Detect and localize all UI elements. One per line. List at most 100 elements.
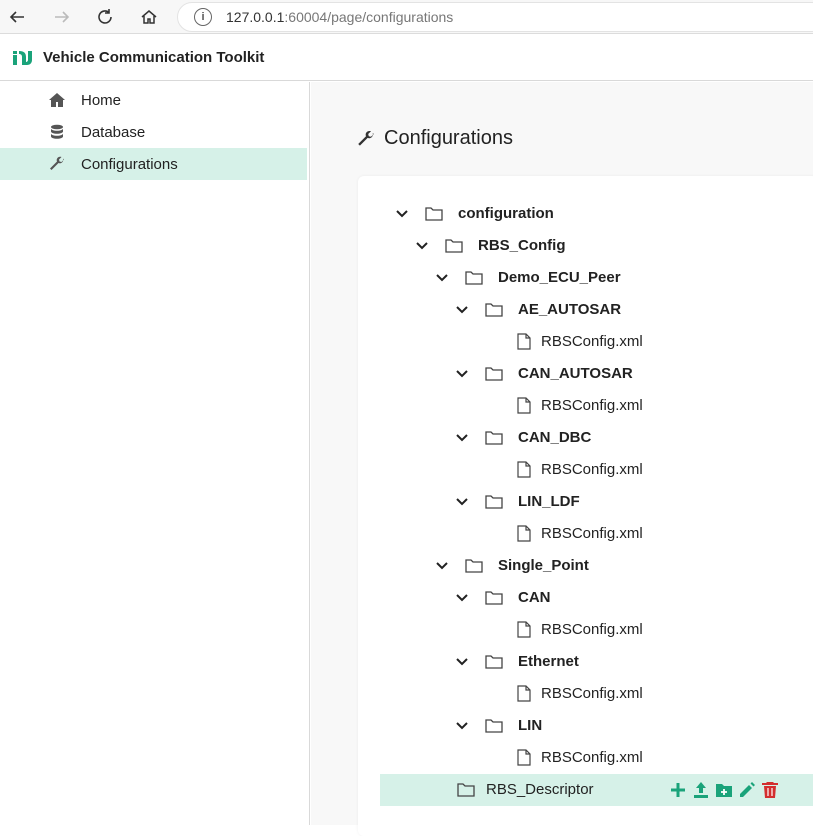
- plus-icon: [671, 783, 685, 797]
- chevron-down-icon[interactable]: [455, 422, 469, 454]
- chevron-down-icon[interactable]: [455, 486, 469, 518]
- chevron-down-icon[interactable]: [455, 710, 469, 742]
- page-header: Configurations: [356, 127, 513, 150]
- sidebar-item-home[interactable]: Home: [0, 84, 307, 116]
- folder-icon: [485, 495, 503, 509]
- tree-label: RBS_Config: [478, 237, 566, 254]
- delete-button[interactable]: [760, 780, 780, 800]
- sidebar-item-label: Home: [81, 91, 122, 109]
- home-nav-button[interactable]: [137, 5, 161, 29]
- sidebar-item-database[interactable]: Database: [0, 116, 307, 148]
- tree-row-can-autosar[interactable]: CAN_AUTOSAR: [311, 358, 813, 390]
- chevron-down-icon[interactable]: [415, 230, 429, 262]
- ni-logo-icon: [13, 50, 32, 65]
- app-title: Vehicle Communication Toolkit: [43, 49, 265, 66]
- tree-label: AE_AUTOSAR: [518, 301, 622, 318]
- tree-row-file[interactable]: RBSConfig.xml: [311, 518, 813, 550]
- upload-button[interactable]: [691, 780, 711, 800]
- tree-label: configuration: [458, 205, 554, 222]
- folder-icon: [465, 559, 483, 573]
- tree-label: RBSConfig.xml: [541, 621, 643, 638]
- chevron-down-icon[interactable]: [435, 262, 449, 294]
- tree-row-configuration[interactable]: configuration: [311, 198, 813, 230]
- house-icon: [141, 10, 157, 24]
- tree-label: RBSConfig.xml: [541, 333, 643, 350]
- tree-row-file[interactable]: RBSConfig.xml: [311, 454, 813, 486]
- add-folder-button[interactable]: [714, 780, 734, 800]
- folder-icon: [485, 655, 503, 669]
- file-icon: [517, 461, 531, 478]
- file-icon: [517, 621, 531, 638]
- tree-row-file[interactable]: RBSConfig.xml: [311, 326, 813, 358]
- folder-icon: [485, 367, 503, 381]
- tree-row-ethernet[interactable]: Ethernet: [311, 646, 813, 678]
- chevron-down-icon[interactable]: [455, 294, 469, 326]
- home-icon: [49, 93, 65, 107]
- folder-icon: [485, 591, 503, 605]
- tree-row-file[interactable]: RBSConfig.xml: [311, 678, 813, 710]
- tree-row-demo-ecu-peer[interactable]: Demo_ECU_Peer: [311, 262, 813, 294]
- chevron-down-icon[interactable]: [435, 550, 449, 582]
- tree-row-ae-autosar[interactable]: AE_AUTOSAR: [311, 294, 813, 326]
- file-icon: [517, 749, 531, 766]
- tree-row-lin-ldf[interactable]: LIN_LDF: [311, 486, 813, 518]
- file-icon: [517, 685, 531, 702]
- arrow-left-icon: [9, 11, 24, 23]
- tree-row-single-point[interactable]: Single_Point: [311, 550, 813, 582]
- sidebar-item-configurations[interactable]: Configurations: [0, 148, 307, 180]
- sidebar-item-label: Configurations: [81, 155, 178, 173]
- tree-label: CAN_DBC: [518, 429, 592, 446]
- tree-row-can-dbc[interactable]: CAN_DBC: [311, 422, 813, 454]
- reload-button[interactable]: [93, 5, 117, 29]
- wrench-icon: [50, 156, 64, 170]
- reload-icon: [98, 9, 112, 24]
- tree-label: RBSConfig.xml: [541, 525, 643, 542]
- main-content: Configurations configuration RBS_Config …: [311, 82, 813, 836]
- page-title: Configurations: [384, 127, 513, 149]
- info-icon[interactable]: i: [194, 8, 212, 26]
- tree-label: Demo_ECU_Peer: [498, 269, 621, 286]
- trash-icon: [762, 782, 778, 798]
- sidebar-item-label: Database: [81, 123, 146, 141]
- chevron-down-icon[interactable]: [455, 358, 469, 390]
- arrow-right-icon: [55, 11, 70, 23]
- tree-label: CAN: [518, 589, 551, 606]
- folder-icon: [485, 303, 503, 317]
- pencil-icon: [740, 782, 755, 797]
- tree-label: RBSConfig.xml: [541, 397, 643, 414]
- folder-icon: [485, 719, 503, 733]
- tree-row-rbs-descriptor[interactable]: RBS_Descriptor: [311, 774, 651, 806]
- browser-toolbar: i 127.0.0.1:60004/page/configurations: [0, 0, 813, 34]
- chevron-down-icon[interactable]: [395, 198, 409, 230]
- folder-icon: [457, 783, 475, 797]
- sidebar: Home Database Configurations: [0, 82, 310, 825]
- tree-label: RBSConfig.xml: [541, 749, 643, 766]
- tree-row-rbs-config[interactable]: RBS_Config: [311, 230, 813, 262]
- add-button[interactable]: [668, 780, 688, 800]
- folder-icon: [425, 207, 443, 221]
- tree-row-can[interactable]: CAN: [311, 582, 813, 614]
- folder-icon: [445, 239, 463, 253]
- tree-label: LIN: [518, 717, 543, 734]
- tree-label: RBSConfig.xml: [541, 685, 643, 702]
- database-icon: [51, 124, 63, 139]
- tree-row-file[interactable]: RBSConfig.xml: [311, 390, 813, 422]
- app-header: Vehicle Communication Toolkit: [0, 35, 813, 81]
- chevron-down-icon[interactable]: [455, 582, 469, 614]
- tree-label: RBSConfig.xml: [541, 461, 643, 478]
- back-button[interactable]: [5, 5, 29, 29]
- edit-button[interactable]: [737, 780, 757, 800]
- tree-row-lin[interactable]: LIN: [311, 710, 813, 742]
- tree-row-file[interactable]: RBSConfig.xml: [311, 614, 813, 646]
- tree-label: RBS_Descriptor: [486, 781, 594, 798]
- tree-label: LIN_LDF: [518, 493, 580, 510]
- folder-icon: [485, 431, 503, 445]
- chevron-down-icon[interactable]: [455, 646, 469, 678]
- row-actions: [668, 780, 780, 800]
- url-text: 127.0.0.1:60004/page/configurations: [226, 9, 454, 25]
- file-icon: [517, 525, 531, 542]
- forward-button[interactable]: [50, 5, 74, 29]
- address-bar[interactable]: i 127.0.0.1:60004/page/configurations: [177, 2, 813, 32]
- tree-row-file[interactable]: RBSConfig.xml: [311, 742, 813, 774]
- folder-icon: [465, 271, 483, 285]
